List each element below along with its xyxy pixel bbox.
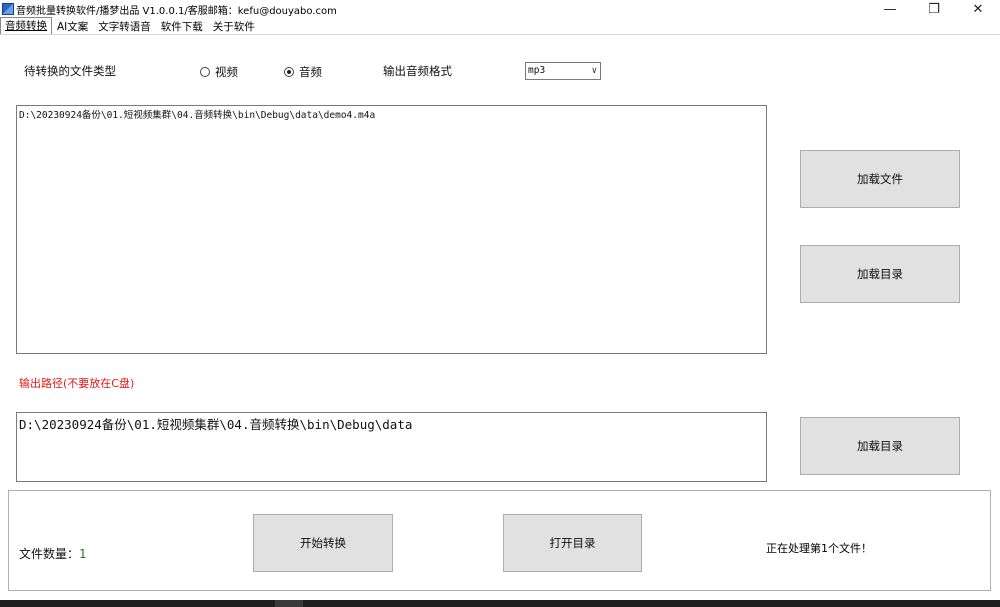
tab-about[interactable]: 关于软件: [208, 19, 260, 34]
bottom-group: 文件数量：1 开始转换 打开目录 正在处理第1个文件！: [8, 490, 991, 591]
title-bar: 音频批量转换软件/播梦出品 V1.0.0.1/客服邮箱：kefu@douyabo…: [0, 0, 1000, 18]
output-path-textarea[interactable]: D:\20230924备份\01.短视频集群\04.音频转换\bin\Debug…: [16, 412, 767, 482]
close-icon[interactable]: ✕: [956, 0, 1000, 18]
start-convert-button[interactable]: 开始转换: [253, 514, 393, 572]
output-format-value: mp3: [528, 65, 546, 76]
taskbar: [0, 600, 1000, 607]
window-title: 音频批量转换软件/播梦出品 V1.0.0.1/客服邮箱：kefu@douyabo…: [16, 5, 337, 17]
input-files-textarea[interactable]: D:\20230924备份\01.短视频集群\04.音频转换\bin\Debug…: [16, 105, 767, 354]
load-file-button[interactable]: 加载文件: [800, 150, 960, 208]
radio-audio[interactable]: 音频: [284, 64, 322, 80]
tab-ai-copywriting[interactable]: AI文案: [52, 19, 93, 34]
tab-software-download[interactable]: 软件下载: [156, 19, 208, 34]
load-output-dir-button[interactable]: 加载目录: [800, 417, 960, 475]
taskbar-item[interactable]: [275, 600, 303, 607]
file-count: 文件数量：1: [19, 545, 86, 562]
restore-icon[interactable]: ❐: [912, 0, 956, 18]
output-path-label: 输出路径(不要放在C盘): [19, 377, 135, 390]
window-controls: — ❐ ✕: [868, 0, 1000, 18]
app-icon: [2, 3, 14, 15]
radio-audio-label: 音频: [299, 65, 322, 79]
output-path-text: D:\20230924备份\01.短视频集群\04.音频转换\bin\Debug…: [19, 417, 413, 432]
radio-video-circle[interactable]: [200, 67, 210, 77]
file-count-value: 1: [79, 547, 87, 561]
input-files-text: D:\20230924备份\01.短视频集群\04.音频转换\bin\Debug…: [19, 110, 376, 121]
output-format-select[interactable]: mp3 ∨: [525, 62, 601, 80]
tab-text-to-speech[interactable]: 文字转语音: [93, 19, 156, 34]
radio-video-label: 视频: [215, 65, 238, 79]
load-dir-button[interactable]: 加载目录: [800, 245, 960, 303]
chevron-down-icon[interactable]: ∨: [592, 63, 597, 79]
radio-video[interactable]: 视频: [200, 64, 238, 80]
file-type-label: 待转换的文件类型: [24, 64, 116, 78]
minimize-icon[interactable]: —: [868, 0, 912, 18]
open-dir-button[interactable]: 打开目录: [503, 514, 642, 572]
output-format-label: 输出音频格式: [383, 64, 452, 78]
radio-audio-circle[interactable]: [284, 67, 294, 77]
file-count-label: 文件数量：: [19, 547, 80, 561]
main-panel: 待转换的文件类型 视频 音频 输出音频格式 mp3 ∨ D:\20230924备…: [0, 36, 1000, 486]
status-text: 正在处理第1个文件！: [766, 542, 872, 555]
tab-bar: 音频转换 AI文案 文字转语音 软件下载 关于软件: [0, 17, 1000, 35]
tab-audio-convert[interactable]: 音频转换: [0, 17, 52, 34]
